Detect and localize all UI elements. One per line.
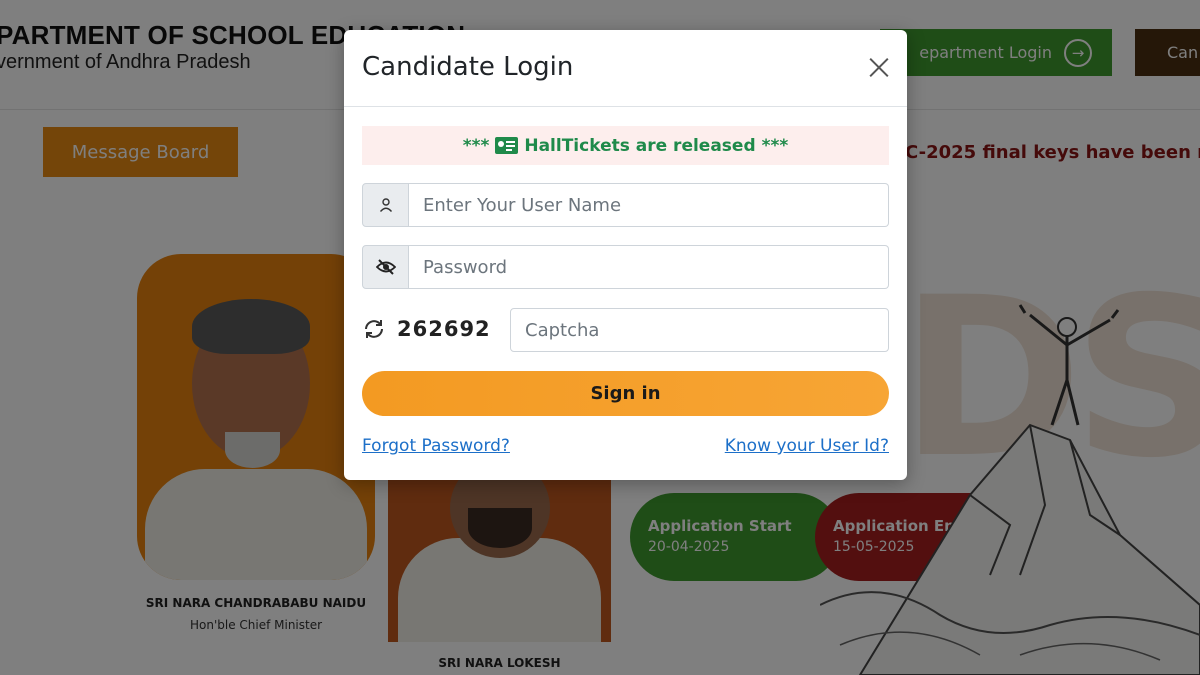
refresh-icon[interactable] [362,317,386,341]
halltickets-notice: *** HallTickets are released *** [362,126,889,165]
notice-text: HallTickets are released [524,135,756,156]
id-card-icon [495,137,519,154]
modal-header: Candidate Login [344,30,907,107]
captcha-input[interactable] [510,308,889,352]
captcha-code: 262692 [397,317,491,341]
user-icon [362,183,409,227]
captcha-row: 262692 [362,308,889,352]
sign-in-button[interactable]: Sign in [362,371,889,416]
notice-prefix: *** [462,135,490,156]
password-group [362,245,889,289]
username-group [362,183,889,227]
know-user-id-link[interactable]: Know your User Id? [725,436,889,456]
modal-title: Candidate Login [362,52,574,82]
forgot-password-link[interactable]: Forgot Password? [362,436,510,456]
username-input[interactable] [409,183,889,227]
password-input[interactable] [409,245,889,289]
candidate-login-modal: Candidate Login *** HallTickets are rele… [344,30,907,480]
notice-suffix: *** [761,135,789,156]
eye-slash-icon[interactable] [362,245,409,289]
close-icon[interactable] [866,54,892,80]
